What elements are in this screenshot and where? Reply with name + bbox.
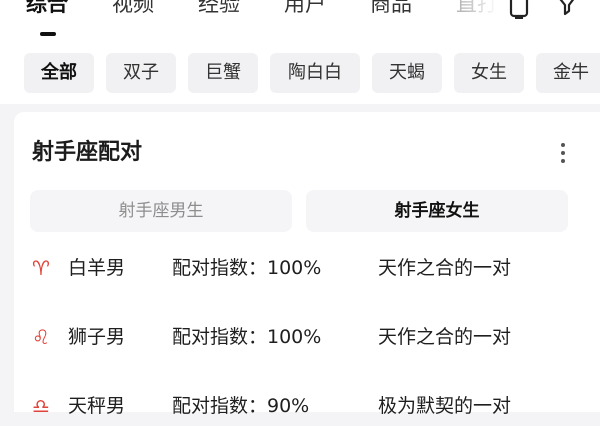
libra-icon: ♎ — [32, 394, 50, 418]
card-title: 射手座配对 — [32, 140, 143, 165]
active-tab-indicator — [40, 32, 56, 36]
match-sign-name: 天秤男 — [68, 395, 126, 417]
clipboard-icon[interactable] — [509, 0, 529, 24]
chip-cancer[interactable]: 巨蟹 — [188, 53, 258, 93]
match-row[interactable]: ♎ 天秤男 配对指数：90% 极为默契的一对 — [14, 386, 600, 426]
tab-product[interactable]: 商品 — [370, 0, 412, 18]
match-description: 极为默契的一对 — [378, 395, 512, 417]
chip-gemini[interactable]: 双子 — [106, 53, 176, 93]
match-row[interactable]: ♌ 狮子男 配对指数：100% 天作之合的一对 — [14, 317, 600, 357]
match-score: 配对指数：100% — [172, 326, 322, 348]
segment-sagittarius-female[interactable]: 射手座女生 — [306, 190, 568, 232]
match-score: 配对指数：100% — [172, 257, 322, 279]
search-result-tab-bar: 综合 视频 经验 用户 商品 直打 — [0, 0, 600, 46]
leo-icon: ♌ — [32, 325, 50, 349]
more-options-icon[interactable] — [560, 143, 566, 165]
chip-taurus[interactable]: 金牛 — [536, 53, 600, 93]
match-score: 配对指数：90% — [172, 395, 310, 417]
tab-user[interactable]: 用户 — [284, 0, 326, 18]
sagittarius-match-card: 射手座配对 射手座男生 射手座女生 ♈ 白羊男 配对指数：100% 天作之合的一… — [14, 112, 600, 418]
segment-sagittarius-male[interactable]: 射手座男生 — [30, 190, 292, 232]
match-description: 天作之合的一对 — [378, 326, 512, 348]
aries-icon: ♈ — [32, 256, 50, 280]
chip-scorpio[interactable]: 天蝎 — [372, 53, 442, 93]
match-description: 天作之合的一对 — [378, 257, 512, 279]
match-sign-name: 狮子男 — [68, 326, 126, 348]
tab-comprehensive[interactable]: 综合 — [26, 0, 68, 18]
match-row[interactable]: ♈ 白羊男 配对指数：100% 天作之合的一对 — [14, 248, 600, 288]
chip-taobaibai[interactable]: 陶白白 — [270, 53, 360, 93]
filter-icon[interactable] — [554, 0, 578, 24]
chip-all[interactable]: 全部 — [24, 53, 94, 93]
tab-experience[interactable]: 经验 — [198, 0, 240, 18]
match-sign-name: 白羊男 — [68, 257, 126, 279]
chip-girls[interactable]: 女生 — [454, 53, 524, 93]
filter-chip-row: 全部 双子 巨蟹 陶白白 天蝎 女生 金牛 — [0, 46, 600, 104]
tab-live[interactable]: 直打 — [456, 0, 498, 18]
tab-video[interactable]: 视频 — [112, 0, 154, 18]
